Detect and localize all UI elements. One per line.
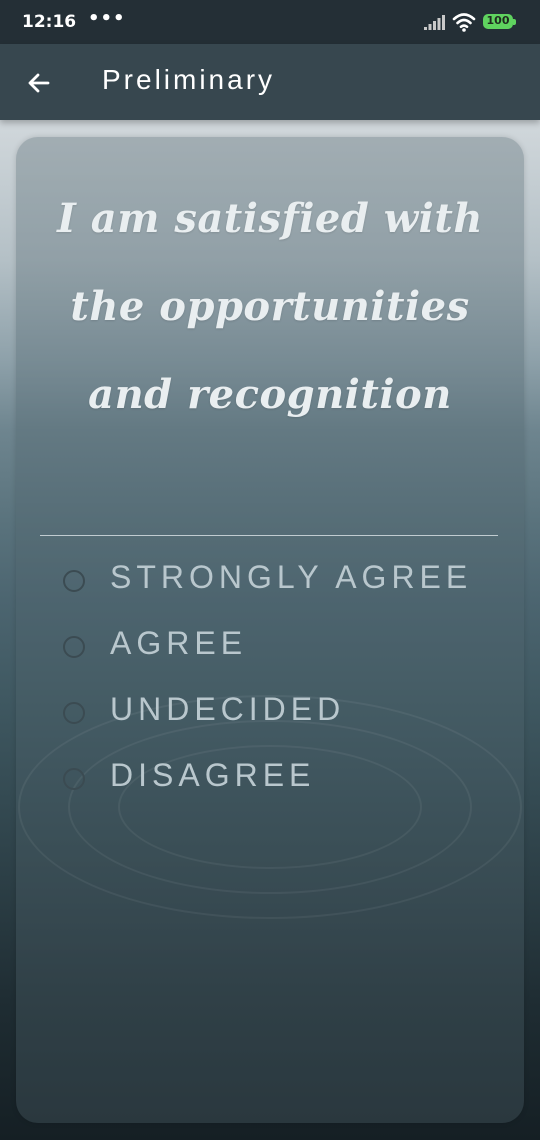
option-strongly-agree[interactable]: STRONGLY AGREE	[60, 557, 500, 623]
option-disagree[interactable]: DISAGREE	[60, 755, 500, 821]
arrow-left-icon[interactable]	[22, 66, 56, 100]
page-title: Preliminary	[102, 64, 276, 95]
notification-dots-icon: •••	[88, 8, 126, 29]
wifi-icon	[452, 13, 476, 32]
battery-level: 100	[486, 14, 510, 27]
option-label: AGREE	[110, 625, 248, 661]
option-label: DISAGREE	[110, 757, 316, 793]
option-label: STRONGLY AGREE	[110, 559, 473, 595]
status-time: 12:16	[22, 12, 77, 32]
divider	[40, 535, 498, 536]
battery-tip	[513, 19, 516, 25]
radio-icon[interactable]	[63, 636, 85, 658]
option-label: UNDECIDED	[110, 691, 346, 727]
question-card: I am satisfied with the opportunities an…	[16, 137, 524, 1123]
answer-options: STRONGLY AGREE AGREE UNDECIDED DISAGREE	[60, 557, 500, 821]
app-bar: Preliminary	[0, 44, 540, 120]
status-bar: 12:16 ••• 100	[0, 0, 540, 44]
option-undecided[interactable]: UNDECIDED	[60, 689, 500, 755]
option-agree[interactable]: AGREE	[60, 623, 500, 689]
battery-icon: 100	[483, 14, 513, 29]
radio-icon[interactable]	[63, 768, 85, 790]
question-text: I am satisfied with the opportunities an…	[57, 195, 483, 418]
signal-icon	[424, 15, 445, 30]
radio-icon[interactable]	[63, 702, 85, 724]
radio-icon[interactable]	[63, 570, 85, 592]
